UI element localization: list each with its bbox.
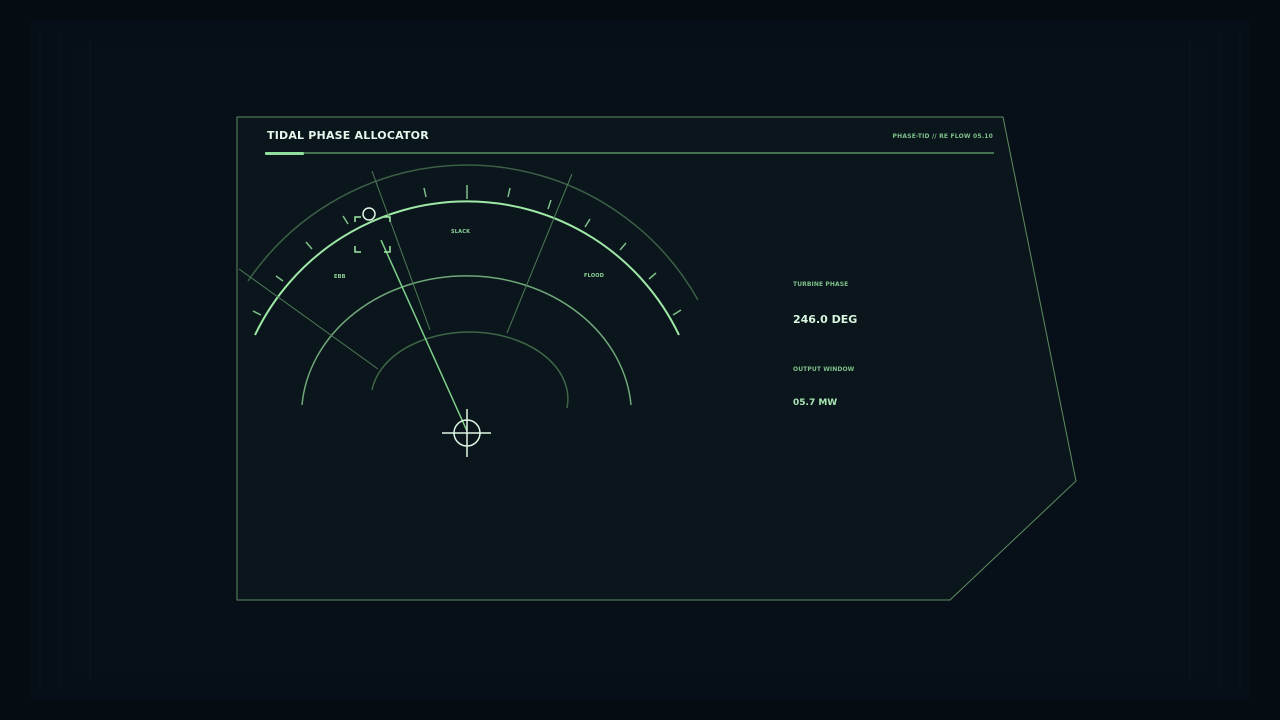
panel-code: PHASE-TID // RE FLOW 05.10: [892, 133, 993, 140]
output-window-value: 05.7 MW: [793, 398, 838, 408]
output-window-label: OUTPUT WINDOW: [793, 366, 855, 373]
dial-label-flood: FLOOD: [584, 273, 605, 279]
phase-panel: [236, 116, 1077, 601]
turbine-phase-value: 246.0 DEG: [793, 313, 858, 326]
header-progress: [265, 152, 304, 155]
turbine-phase-label: TURBINE PHASE: [793, 281, 849, 288]
dial-label-slack: SLACK: [451, 229, 471, 235]
page-title: TIDAL PHASE ALLOCATOR: [267, 129, 429, 142]
dial-label-ebb: EBB: [334, 274, 346, 280]
